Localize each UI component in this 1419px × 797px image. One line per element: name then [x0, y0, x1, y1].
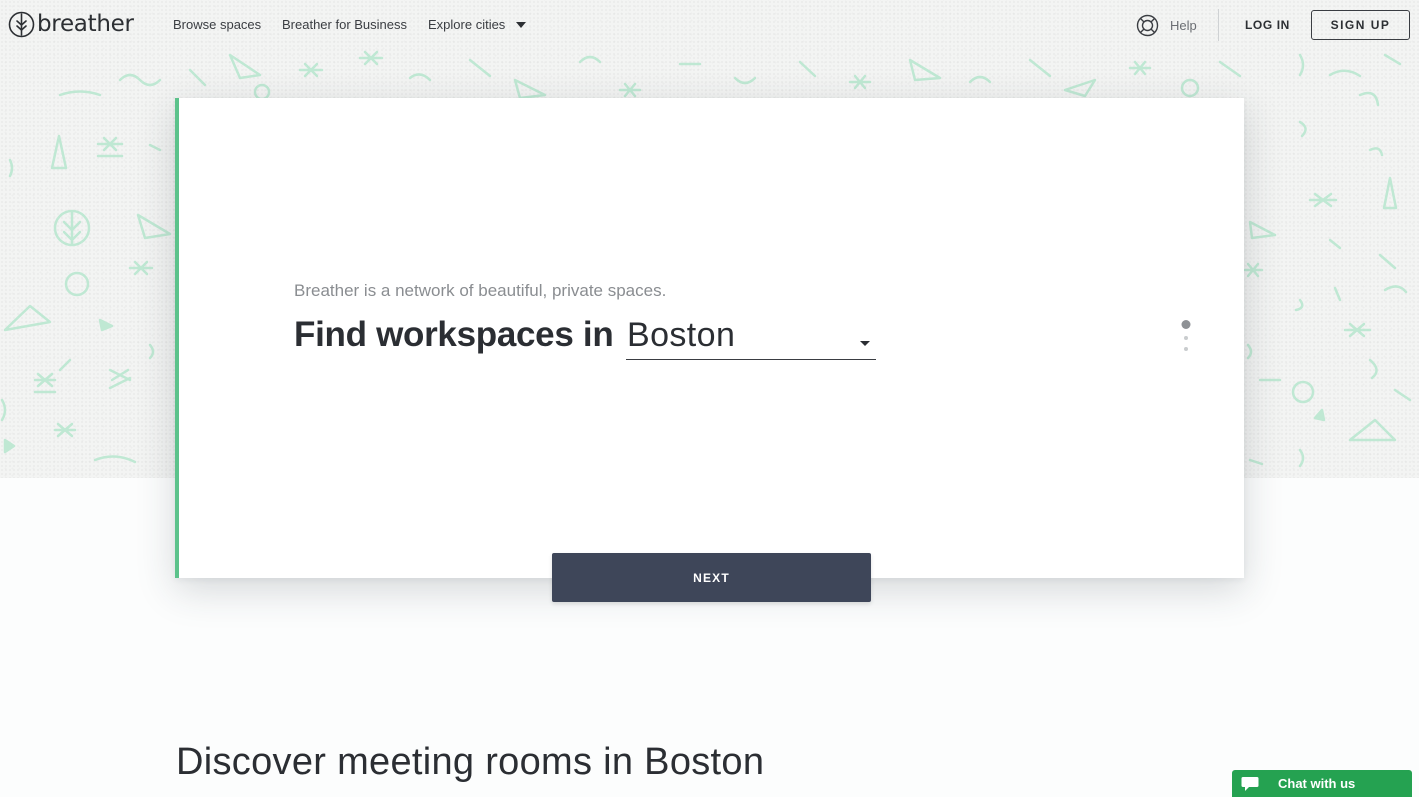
next-button[interactable]: NEXT: [552, 553, 871, 602]
logo-text: breather: [37, 11, 134, 37]
search-card: Breather is a network of beautiful, priv…: [175, 98, 1244, 578]
help-link[interactable]: Help: [1136, 14, 1197, 37]
login-link[interactable]: LOG IN: [1245, 18, 1290, 32]
nav-browse-spaces[interactable]: Browse spaces: [173, 17, 261, 32]
hero-headline: Find workspaces in: [294, 315, 614, 354]
lifebuoy-icon: [1136, 14, 1159, 37]
header-divider: [1218, 9, 1219, 41]
chat-label: Chat with us: [1278, 776, 1356, 791]
nav-breather-for-business[interactable]: Breather for Business: [282, 17, 407, 32]
nav-explore-cities-label: Explore cities: [428, 17, 506, 32]
tree-circle-icon: [8, 11, 35, 38]
step-indicator: [1180, 320, 1192, 354]
caret-down-icon: [860, 341, 870, 346]
caret-down-icon: [516, 22, 527, 28]
signup-button[interactable]: SIGN UP: [1311, 10, 1410, 40]
section-title: Discover meeting rooms in Boston: [176, 741, 765, 783]
step-dot-active: [1181, 320, 1191, 329]
hero-subtitle: Breather is a network of beautiful, priv…: [294, 281, 667, 300]
help-label: Help: [1170, 18, 1197, 33]
step-dot: [1184, 336, 1188, 340]
speech-bubble-icon: [1241, 776, 1259, 791]
city-select[interactable]: Boston: [626, 312, 876, 360]
chat-widget[interactable]: Chat with us: [1232, 770, 1412, 797]
city-select-value: Boston: [627, 316, 736, 354]
breather-logo[interactable]: breather: [8, 11, 134, 38]
nav-explore-cities[interactable]: Explore cities: [428, 17, 527, 32]
site-header: breather Browse spaces Breather for Busi…: [0, 0, 1419, 50]
step-dot: [1184, 347, 1188, 351]
